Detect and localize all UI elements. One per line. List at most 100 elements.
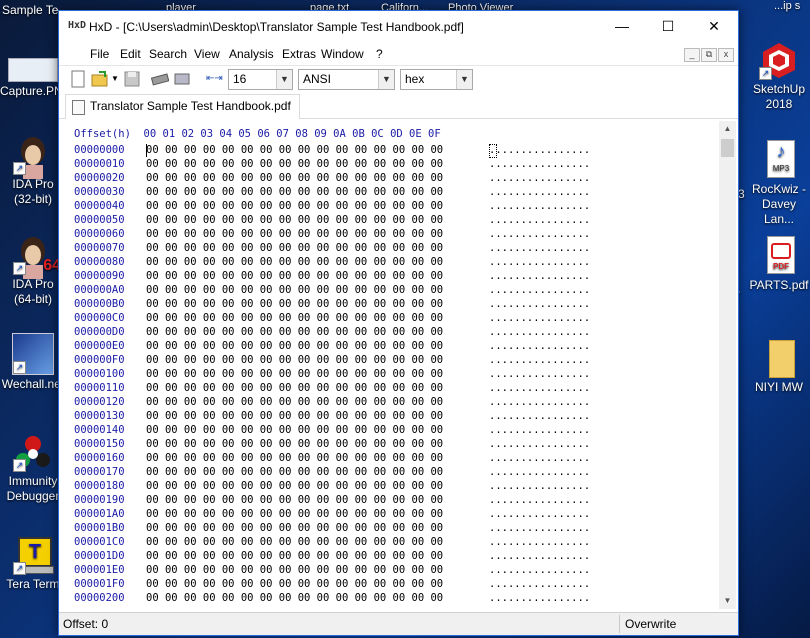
- save-icon[interactable]: [123, 70, 141, 88]
- desktop-icon-wechall[interactable]: ↗ Wechall.net: [0, 333, 66, 392]
- scroll-thumb[interactable]: [721, 139, 734, 157]
- row-hex-bytes[interactable]: 00 00 00 00 00 00 00 00 00 00 00 00 00 0…: [146, 578, 443, 590]
- desktop-icon-sketchup[interactable]: ↗ SketchUp 2018: [746, 40, 810, 112]
- hex-editor-area[interactable]: Offset(h) 00 01 02 03 04 05 06 07 08 09 …: [59, 119, 719, 611]
- tab-document[interactable]: Translator Sample Test Handbook.pdf: [65, 94, 300, 119]
- row-ascii[interactable]: ................: [489, 312, 590, 324]
- row-hex-bytes[interactable]: 00 00 00 00 00 00 00 00 00 00 00 00 00 0…: [146, 424, 443, 436]
- desktop-icon-ida32[interactable]: ↗ IDA Pro (32-bit): [0, 135, 66, 207]
- menu-view[interactable]: View: [194, 47, 220, 61]
- row-hex-bytes[interactable]: 00 00 00 00 00 00 00 00 00 00 00 00 00 0…: [146, 228, 443, 240]
- row-hex-bytes[interactable]: 00 00 00 00 00 00 00 00 00 00 00 00 00 0…: [146, 354, 443, 366]
- close-button[interactable]: ✕: [691, 11, 737, 42]
- row-ascii[interactable]: ................: [489, 550, 590, 562]
- desktop-icon-teraterm[interactable]: T ↗ Tera Term: [0, 535, 66, 592]
- row-hex-bytes[interactable]: 00 00 00 00 00 00 00 00 00 00 00 00 00 0…: [146, 312, 443, 324]
- row-ascii[interactable]: ................: [489, 564, 590, 576]
- row-hex-bytes[interactable]: 00 00 00 00 00 00 00 00 00 00 00 00 00 0…: [146, 368, 443, 380]
- desktop-icon-ida64[interactable]: 64 ↗ IDA Pro (64-bit): [0, 235, 66, 307]
- row-ascii[interactable]: ................: [489, 144, 590, 156]
- open-dropdown-icon[interactable]: ▼: [111, 70, 119, 88]
- row-ascii[interactable]: ................: [489, 396, 590, 408]
- menu-file[interactable]: File: [90, 47, 109, 61]
- row-hex-bytes[interactable]: 00 00 00 00 00 00 00 00 00 00 00 00 00 0…: [146, 466, 443, 478]
- desktop-icon-rockwiz[interactable]: ♪ MP3 RocKwiz - Davey Lan...: [746, 140, 810, 227]
- row-ascii[interactable]: ................: [489, 592, 590, 604]
- row-hex-bytes[interactable]: 00 00 00 00 00 00 00 00 00 00 00 00 00 0…: [146, 298, 443, 310]
- scroll-down-icon[interactable]: ▼: [719, 593, 736, 609]
- row-ascii[interactable]: ................: [489, 200, 590, 212]
- mdi-close-button[interactable]: x: [718, 48, 734, 62]
- row-hex-bytes[interactable]: 00 00 00 00 00 00 00 00 00 00 00 00 00 0…: [146, 382, 443, 394]
- row-ascii[interactable]: ................: [489, 480, 590, 492]
- row-hex-bytes[interactable]: 00 00 00 00 00 00 00 00 00 00 00 00 00 0…: [146, 564, 443, 576]
- row-hex-bytes[interactable]: 00 00 00 00 00 00 00 00 00 00 00 00 00 0…: [146, 326, 443, 338]
- row-ascii[interactable]: ................: [489, 452, 590, 464]
- row-ascii[interactable]: ................: [489, 508, 590, 520]
- mdi-minimize-button[interactable]: _: [684, 48, 700, 62]
- scroll-up-icon[interactable]: ▲: [719, 121, 736, 137]
- row-hex-bytes[interactable]: 00 00 00 00 00 00 00 00 00 00 00 00 00 0…: [146, 340, 443, 352]
- row-ascii[interactable]: ................: [489, 172, 590, 184]
- bytes-per-row-select[interactable]: 16 ▼: [228, 69, 293, 90]
- row-ascii[interactable]: ................: [489, 410, 590, 422]
- row-hex-bytes[interactable]: 00 00 00 00 00 00 00 00 00 00 00 00 00 0…: [146, 200, 443, 212]
- row-hex-bytes[interactable]: 00 00 00 00 00 00 00 00 00 00 00 00 00 0…: [146, 270, 443, 282]
- row-ascii[interactable]: ................: [489, 284, 590, 296]
- row-hex-bytes[interactable]: 00 00 00 00 00 00 00 00 00 00 00 00 00 0…: [146, 396, 443, 408]
- row-ascii[interactable]: ................: [489, 536, 590, 548]
- menu-extras[interactable]: Extras: [282, 47, 316, 61]
- desktop-icon-parts-pdf[interactable]: PDF PARTS.pdf: [746, 236, 810, 293]
- desktop-icon-immunity[interactable]: ↗ Immunity Debugger: [0, 432, 66, 504]
- desktop-icon-capture[interactable]: Capture.PNG: [0, 58, 72, 99]
- row-ascii[interactable]: ................: [489, 466, 590, 478]
- desktop-label-right-top[interactable]: ...ip s: [774, 0, 800, 12]
- row-hex-bytes[interactable]: 00 00 00 00 00 00 00 00 00 00 00 00 00 0…: [146, 452, 443, 464]
- vertical-scrollbar[interactable]: ▲ ▼: [719, 121, 736, 609]
- new-file-icon[interactable]: [69, 70, 87, 88]
- row-hex-bytes[interactable]: 00 00 00 00 00 00 00 00 00 00 00 00 00 0…: [146, 284, 443, 296]
- menu-help[interactable]: ?: [376, 47, 383, 61]
- row-hex-bytes[interactable]: 00 00 00 00 00 00 00 00 00 00 00 00 00 0…: [146, 508, 443, 520]
- row-hex-bytes[interactable]: 00 00 00 00 00 00 00 00 00 00 00 00 00 0…: [146, 256, 443, 268]
- maximize-button[interactable]: ☐: [645, 11, 691, 42]
- row-hex-bytes[interactable]: 00 00 00 00 00 00 00 00 00 00 00 00 00 0…: [146, 536, 443, 548]
- row-ascii[interactable]: ................: [489, 522, 590, 534]
- offset-base-select[interactable]: hex ▼: [400, 69, 473, 90]
- row-ascii[interactable]: ................: [489, 256, 590, 268]
- ram-editor-icon[interactable]: [150, 70, 170, 88]
- row-ascii[interactable]: ................: [489, 228, 590, 240]
- row-ascii[interactable]: ................: [489, 158, 590, 170]
- row-ascii[interactable]: ................: [489, 270, 590, 282]
- title-bar[interactable]: HxD HxD - [C:\Users\admin\Desktop\Transl…: [59, 11, 738, 43]
- row-hex-bytes[interactable]: 00 00 00 00 00 00 00 00 00 00 00 00 00 0…: [146, 438, 443, 450]
- row-ascii[interactable]: ................: [489, 438, 590, 450]
- menu-edit[interactable]: Edit: [120, 47, 141, 61]
- row-ascii[interactable]: ................: [489, 186, 590, 198]
- row-hex-bytes[interactable]: 00 00 00 00 00 00 00 00 00 00 00 00 00 0…: [146, 158, 443, 170]
- menu-window[interactable]: Window: [321, 47, 364, 61]
- row-hex-bytes[interactable]: 00 00 00 00 00 00 00 00 00 00 00 00 00 0…: [146, 144, 443, 156]
- row-ascii[interactable]: ................: [489, 326, 590, 338]
- row-ascii[interactable]: ................: [489, 494, 590, 506]
- row-hex-bytes[interactable]: 00 00 00 00 00 00 00 00 00 00 00 00 00 0…: [146, 410, 443, 422]
- row-ascii[interactable]: ................: [489, 578, 590, 590]
- minimize-button[interactable]: —: [599, 11, 645, 42]
- row-hex-bytes[interactable]: 00 00 00 00 00 00 00 00 00 00 00 00 00 0…: [146, 214, 443, 226]
- row-ascii[interactable]: ................: [489, 340, 590, 352]
- row-hex-bytes[interactable]: 00 00 00 00 00 00 00 00 00 00 00 00 00 0…: [146, 480, 443, 492]
- row-ascii[interactable]: ................: [489, 242, 590, 254]
- row-ascii[interactable]: ................: [489, 298, 590, 310]
- row-ascii[interactable]: ................: [489, 368, 590, 380]
- mdi-restore-button[interactable]: ⧉: [701, 48, 717, 62]
- row-hex-bytes[interactable]: 00 00 00 00 00 00 00 00 00 00 00 00 00 0…: [146, 522, 443, 534]
- desktop-icon-niyi[interactable]: NIYI MW: [746, 338, 810, 395]
- menu-analysis[interactable]: Analysis: [229, 47, 274, 61]
- open-folder-icon[interactable]: [91, 70, 109, 88]
- row-ascii[interactable]: ................: [489, 424, 590, 436]
- row-ascii[interactable]: ................: [489, 214, 590, 226]
- row-hex-bytes[interactable]: 00 00 00 00 00 00 00 00 00 00 00 00 00 0…: [146, 550, 443, 562]
- row-hex-bytes[interactable]: 00 00 00 00 00 00 00 00 00 00 00 00 00 0…: [146, 186, 443, 198]
- row-ascii[interactable]: ................: [489, 382, 590, 394]
- row-hex-bytes[interactable]: 00 00 00 00 00 00 00 00 00 00 00 00 00 0…: [146, 494, 443, 506]
